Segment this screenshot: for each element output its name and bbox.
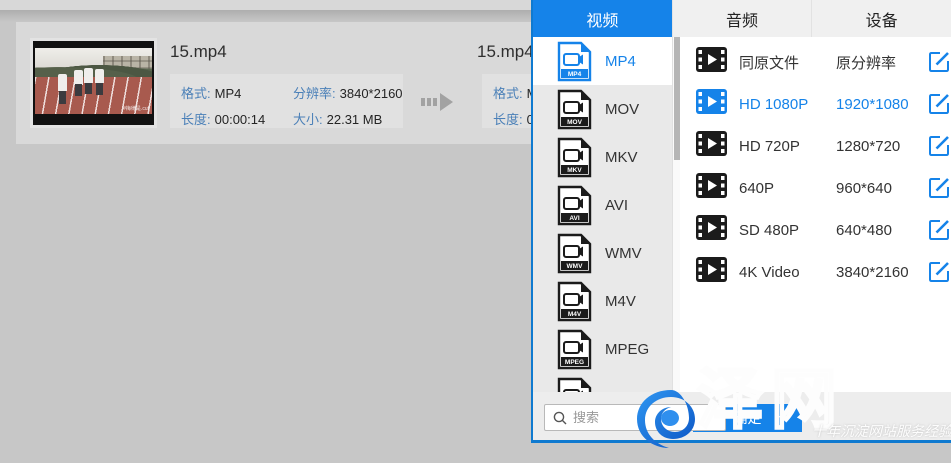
format-row-mp4[interactable]: MP4 MP4 bbox=[533, 37, 672, 85]
preset-name: HD 1080P bbox=[739, 96, 836, 113]
preset-name: 640P bbox=[739, 180, 836, 197]
svg-text:MPEG: MPEG bbox=[565, 359, 584, 366]
filmstrip-play-icon bbox=[696, 47, 727, 77]
filmstrip-play-icon bbox=[696, 215, 727, 245]
info-value: MP4 bbox=[215, 86, 242, 101]
app-window: #梅律是.cut 15.mp4 格式: MP4 分辨率: 3840*2160 长度: 00… bbox=[0, 0, 951, 463]
svg-text:MP4: MP4 bbox=[568, 71, 582, 78]
preset-row-hd-1080p[interactable]: HD 1080P1920*1080 bbox=[680, 83, 951, 125]
format-list: MP4 MP4 MOV MOV MKV MKV AVI AVI WMV WMV M4V M4V MPEG… bbox=[533, 37, 672, 392]
fast-forward-arrow-icon bbox=[421, 91, 455, 118]
search-icon bbox=[553, 411, 567, 425]
preset-resolution: 原分辨率 bbox=[836, 52, 923, 73]
format-row-partial[interactable] bbox=[533, 373, 672, 392]
preset-row-同原文件[interactable]: 同原文件原分辨率 bbox=[680, 41, 951, 83]
format-chooser-panel: 视频音频设备 MP4 MP4 MOV MOV MKV MKV AVI AVI WMV WMV M4V… bbox=[531, 0, 951, 443]
format-row-mkv[interactable]: MKV MKV bbox=[533, 133, 672, 181]
tab-设备[interactable]: 设备 bbox=[812, 0, 951, 37]
thumbnail-scene: #梅律是.cut bbox=[35, 48, 152, 114]
tab-视频[interactable]: 视频 bbox=[533, 0, 673, 37]
edit-pencil-icon[interactable] bbox=[927, 218, 951, 242]
info-label: 大小: bbox=[293, 112, 323, 127]
filmstrip-play-icon bbox=[696, 131, 727, 161]
preset-resolution: 3840*2160 bbox=[836, 264, 923, 281]
file-info-pair: 大小: 22.31 MB bbox=[293, 109, 403, 128]
video-file-doc-icon: MP4 bbox=[556, 41, 593, 82]
edit-pencil-icon[interactable] bbox=[927, 92, 951, 116]
filmstrip-play-icon bbox=[696, 257, 727, 287]
video-thumbnail: #梅律是.cut bbox=[30, 38, 157, 128]
preset-resolution: 960*640 bbox=[836, 180, 923, 197]
info-label: 格式: bbox=[181, 86, 211, 101]
edit-pencil-icon[interactable] bbox=[927, 260, 951, 284]
thumbnail-person bbox=[74, 70, 83, 96]
format-list-scrollbar[interactable] bbox=[672, 37, 680, 392]
format-label: AVI bbox=[605, 197, 628, 214]
video-file-doc-icon: M4V bbox=[556, 281, 593, 322]
format-label: MKV bbox=[605, 149, 638, 166]
svg-text:WMV: WMV bbox=[567, 263, 584, 270]
source-file-title: 15.mp4 bbox=[170, 42, 227, 62]
info-label: 分辨率: bbox=[293, 86, 336, 101]
file-info-pair: 格式: MP4 bbox=[181, 83, 293, 102]
info-value: 00:00:14 bbox=[215, 112, 266, 127]
svg-text:AVI: AVI bbox=[569, 215, 580, 222]
edit-pencil-icon[interactable] bbox=[927, 50, 951, 74]
tab-bar: 视频音频设备 bbox=[533, 0, 951, 37]
format-label: MOV bbox=[605, 101, 639, 118]
info-label: 格式: bbox=[493, 86, 523, 101]
search-box[interactable] bbox=[544, 404, 726, 431]
format-label: WMV bbox=[605, 245, 642, 262]
preset-resolution: 640*480 bbox=[836, 222, 923, 239]
format-row-wmv[interactable]: WMV WMV bbox=[533, 229, 672, 277]
svg-text:MOV: MOV bbox=[567, 119, 582, 126]
thumbnail-person bbox=[95, 69, 104, 95]
preset-name: SD 480P bbox=[739, 222, 836, 239]
filmstrip-play-icon bbox=[696, 173, 727, 203]
video-file-doc-icon bbox=[556, 377, 593, 393]
svg-text:M4V: M4V bbox=[568, 311, 582, 318]
preset-resolution: 1280*720 bbox=[836, 138, 923, 155]
preset-row-sd-480p[interactable]: SD 480P640*480 bbox=[680, 209, 951, 251]
tab-音频[interactable]: 音频 bbox=[673, 0, 813, 37]
search-input[interactable] bbox=[573, 410, 713, 425]
panel-footer: 确定 bbox=[533, 392, 951, 440]
thumbnail-watermark: #梅律是.cut bbox=[123, 105, 149, 112]
format-label: MP4 bbox=[605, 53, 636, 70]
format-row-m4v[interactable]: M4V M4V bbox=[533, 277, 672, 325]
preset-resolution: 1920*1080 bbox=[836, 96, 923, 113]
preset-name: 同原文件 bbox=[739, 52, 836, 73]
info-label: 长度: bbox=[493, 112, 523, 127]
svg-text:MKV: MKV bbox=[567, 167, 582, 174]
video-file-doc-icon: MOV bbox=[556, 89, 593, 130]
format-label: MPEG bbox=[605, 341, 649, 358]
preset-name: 4K Video bbox=[739, 264, 836, 281]
thumbnail-person bbox=[84, 68, 93, 94]
preset-name: HD 720P bbox=[739, 138, 836, 155]
source-file-infobox: 格式: MP4 分辨率: 3840*2160 长度: 00:00:14 大小: 22.31 M… bbox=[170, 74, 403, 128]
format-row-mpeg[interactable]: MPEG MPEG bbox=[533, 325, 672, 373]
file-info-pair: 分辨率: 3840*2160 bbox=[293, 83, 403, 102]
video-file-doc-icon: MKV bbox=[556, 137, 593, 178]
edit-pencil-icon[interactable] bbox=[927, 176, 951, 200]
info-label: 长度: bbox=[181, 112, 211, 127]
preset-list: 同原文件原分辨率HD 1080P1920*1080HD 720P1280*720… bbox=[680, 37, 951, 392]
preset-row-hd-720p[interactable]: HD 720P1280*720 bbox=[680, 125, 951, 167]
filmstrip-play-icon bbox=[696, 89, 727, 119]
preset-row-640p[interactable]: 640P960*640 bbox=[680, 167, 951, 209]
edit-pencil-icon[interactable] bbox=[927, 134, 951, 158]
format-row-avi[interactable]: AVI AVI bbox=[533, 181, 672, 229]
info-value: 3840*2160 bbox=[340, 86, 403, 101]
file-info-pair: 长度: 00:00:14 bbox=[181, 109, 293, 128]
preset-row-4k-video[interactable]: 4K Video3840*2160 bbox=[680, 251, 951, 293]
format-label: M4V bbox=[605, 293, 636, 310]
video-file-doc-icon: MPEG bbox=[556, 329, 593, 370]
thumbnail-person bbox=[58, 74, 67, 104]
output-file-title: 15.mp4 bbox=[477, 42, 534, 62]
format-row-mov[interactable]: MOV MOV bbox=[533, 85, 672, 133]
info-value: 22.31 MB bbox=[327, 112, 383, 127]
video-file-doc-icon: WMV bbox=[556, 233, 593, 274]
video-file-doc-icon: AVI bbox=[556, 185, 593, 226]
